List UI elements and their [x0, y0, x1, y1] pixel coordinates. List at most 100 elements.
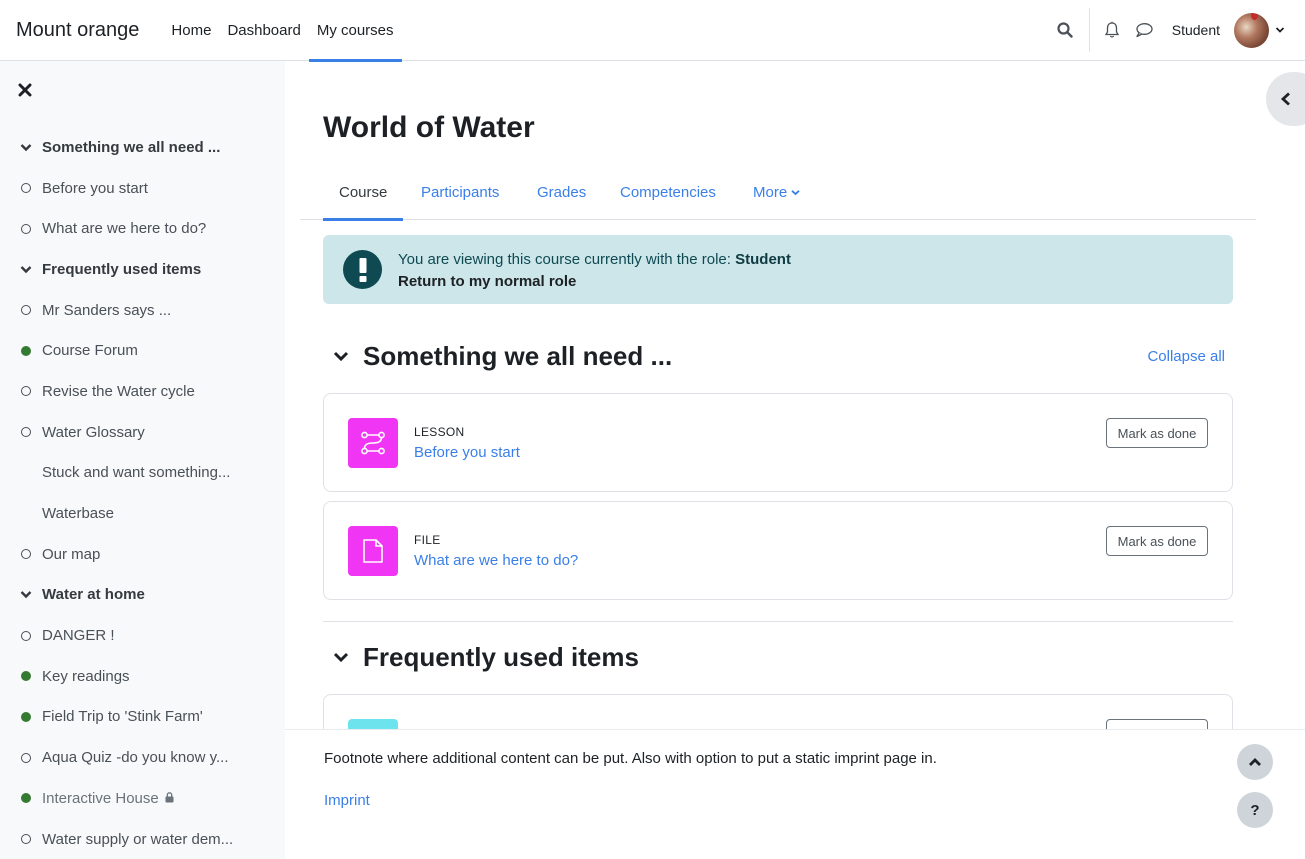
tab-grades[interactable]: Grades	[521, 165, 602, 220]
section-title: Something we all need ...	[363, 340, 673, 371]
no-completion-marker	[20, 467, 32, 479]
course-index-section[interactable]: Something we all need ...	[0, 127, 285, 168]
incomplete-circle-icon	[20, 304, 32, 316]
file-icon	[348, 526, 398, 576]
close-icon	[18, 83, 32, 97]
chevron-down-icon	[333, 652, 349, 663]
open-block-drawer-button[interactable]	[1266, 72, 1305, 126]
course-index-item[interactable]: Waterbase	[0, 493, 285, 534]
alert-role: Student	[735, 251, 791, 268]
section-header: Something we all need ... Collapse all	[323, 336, 1233, 376]
nav-link-home[interactable]: Home	[163, 0, 219, 61]
course-index-label: Water supply or water dem...	[42, 830, 234, 848]
course-secondary-navigation: Course Participants Grades Competencies …	[300, 165, 1256, 221]
avatar[interactable]	[1234, 12, 1269, 48]
return-to-normal-role-link[interactable]: Return to my normal role	[398, 273, 576, 290]
mark-as-done-button[interactable]	[1106, 719, 1208, 729]
close-drawer-button[interactable]	[18, 83, 34, 99]
incomplete-circle-icon	[20, 630, 32, 642]
collapse-all-link[interactable]: Collapse all	[1147, 348, 1225, 365]
nav-link-my-courses[interactable]: My courses	[308, 0, 402, 62]
imprint-link[interactable]: Imprint	[324, 792, 370, 809]
page-title: World of Water	[323, 111, 535, 144]
section-collapse-toggle[interactable]	[332, 347, 350, 365]
help-button[interactable]: ?	[1237, 792, 1273, 828]
alert-message: You are viewing this course currently wi…	[398, 249, 791, 293]
question-icon: ?	[1250, 801, 1260, 819]
tab-more-label: More	[753, 184, 788, 201]
course-index-item[interactable]: What are we here to do?	[0, 208, 285, 249]
course-index-label: Revise the Water cycle	[42, 382, 195, 400]
course-index-label: Mr Sanders says ...	[42, 301, 172, 319]
footnote: Footnote where additional content can be…	[324, 750, 937, 767]
page-footer: Footnote where additional content can be…	[285, 729, 1305, 859]
incomplete-circle-icon	[20, 752, 32, 764]
mark-as-done-button[interactable]: Mark as done	[1106, 418, 1208, 448]
course-index-item[interactable]: Stuck and want something...	[0, 453, 285, 494]
tab-participants[interactable]: Participants	[405, 165, 515, 220]
activity-link[interactable]: Before you start	[414, 444, 520, 461]
bell-icon	[1104, 21, 1119, 38]
chevron-up-icon	[1249, 758, 1261, 766]
chevron-down-icon[interactable]	[20, 263, 32, 275]
course-index-item[interactable]: Water supply or water dem...	[0, 819, 285, 859]
complete-dot-icon	[20, 670, 32, 682]
tab-competencies[interactable]: Competencies	[604, 165, 732, 220]
no-completion-marker	[20, 508, 32, 520]
course-index-item[interactable]: Our map	[0, 534, 285, 575]
course-index-label: Waterbase	[42, 505, 114, 523]
course-index-section[interactable]: Water at home	[0, 575, 285, 616]
back-to-top-button[interactable]	[1237, 744, 1273, 780]
nav-link-dashboard[interactable]: Dashboard	[219, 0, 308, 61]
course-index-item[interactable]: DANGER !	[0, 615, 285, 656]
complete-dot-icon	[20, 345, 32, 357]
tab-course[interactable]: Course	[323, 165, 404, 221]
course-index-item[interactable]: Revise the Water cycle	[0, 371, 285, 412]
search-button[interactable]	[1049, 14, 1081, 46]
messages-button[interactable]	[1128, 14, 1160, 46]
user-name[interactable]: Student	[1172, 22, 1220, 38]
chevron-left-icon	[1280, 92, 1290, 106]
course-index-label: Water at home	[42, 586, 145, 604]
incomplete-circle-icon	[20, 833, 32, 845]
course-index-label: Our map	[42, 545, 101, 563]
complete-dot-icon	[20, 711, 32, 723]
course-index-item[interactable]: Water Glossary	[0, 412, 285, 453]
complete-dot-icon	[20, 792, 32, 804]
incomplete-circle-icon	[20, 548, 32, 560]
tab-more[interactable]: More	[737, 165, 816, 220]
course-index-item[interactable]: Course Forum	[0, 330, 285, 371]
course-index-item[interactable]: Aqua Quiz -do you know y...	[0, 737, 285, 778]
course-index-item[interactable]: Field Trip to 'Stink Farm'	[0, 697, 285, 738]
lesson-icon	[348, 418, 398, 468]
primary-navigation: Home Dashboard My courses	[163, 0, 402, 62]
chevron-down-icon[interactable]	[1275, 26, 1285, 34]
chevron-down-icon[interactable]	[20, 141, 32, 153]
section-collapse-toggle[interactable]	[332, 648, 350, 666]
course-index-section[interactable]: Frequently used items	[0, 249, 285, 290]
activity-link[interactable]: What are we here to do?	[414, 552, 578, 569]
course-index-label: Frequently used items	[42, 260, 202, 278]
course-index-item[interactable]: Key readings	[0, 656, 285, 697]
course-index-item[interactable]: Mr Sanders says ...	[0, 290, 285, 331]
notifications-button[interactable]	[1096, 14, 1128, 46]
activity-item: FILE What are we here to do? Mark as don…	[323, 501, 1233, 600]
chat-bubble-icon	[1136, 23, 1153, 38]
activity-type: LESSON	[414, 425, 465, 439]
site-brand[interactable]: Mount orange	[16, 19, 139, 42]
course-index-item[interactable]: Interactive House	[0, 778, 285, 819]
activity-type: FILE	[414, 533, 441, 547]
activity-icon	[348, 719, 398, 729]
activity-item: LESSON Before you start Mark as done	[323, 393, 1233, 492]
course-index-drawer: Something we all need ... Before you star…	[0, 61, 285, 859]
incomplete-circle-icon	[20, 223, 32, 235]
section-divider	[323, 621, 1233, 622]
search-icon	[1057, 22, 1073, 38]
course-main-region: World of Water Course Participants Grade…	[300, 61, 1256, 729]
incomplete-circle-icon	[20, 385, 32, 397]
course-index-label: Aqua Quiz -do you know y...	[42, 749, 229, 767]
course-index-item[interactable]: Before you start	[0, 168, 285, 209]
mark-as-done-button[interactable]: Mark as done	[1106, 526, 1208, 556]
course-index-label: Water Glossary	[42, 423, 145, 441]
chevron-down-icon[interactable]	[20, 589, 32, 601]
